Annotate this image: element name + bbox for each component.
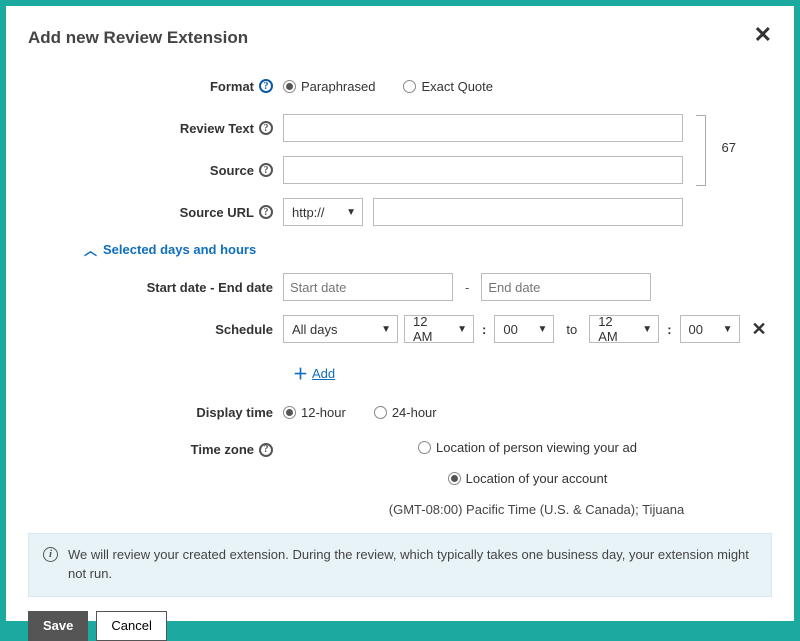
chevron-down-icon: ▼	[457, 324, 467, 335]
radio-icon	[403, 80, 416, 93]
source-url-input[interactable]	[373, 198, 683, 226]
plus-icon: ＋	[293, 363, 308, 384]
schedule-to: to	[566, 322, 577, 337]
review-text-label: Review Text	[180, 121, 254, 136]
display-time-label: Display time	[196, 405, 273, 420]
source-input[interactable]	[283, 156, 683, 184]
chevron-down-icon: ▼	[537, 324, 547, 335]
time-colon: :	[482, 322, 486, 337]
protocol-select[interactable]: http:// ▼	[283, 198, 363, 226]
radio-icon	[448, 472, 461, 485]
timezone-account-radio[interactable]: Location of your account	[448, 471, 608, 486]
source-label: Source	[210, 163, 254, 178]
time-zone-label: Time zone	[191, 442, 254, 457]
display-time-12hour-radio[interactable]: 12-hour	[283, 405, 346, 420]
time-colon: :	[667, 322, 671, 337]
chevron-down-icon: ▼	[346, 207, 356, 218]
format-exact-quote-radio[interactable]: Exact Quote	[403, 79, 493, 94]
schedule-end-min-select[interactable]: 00 ▼	[680, 315, 740, 343]
help-icon[interactable]: ?	[259, 205, 273, 219]
chevron-down-icon: ▼	[642, 324, 652, 335]
radio-icon	[283, 406, 296, 419]
radio-icon	[418, 441, 431, 454]
timezone-account-detail: (GMT-08:00) Pacific Time (U.S. & Canada)…	[389, 502, 685, 517]
char-count: 67	[722, 140, 736, 155]
chevron-down-icon: ▼	[381, 324, 391, 335]
start-date-input[interactable]	[283, 273, 453, 301]
save-button[interactable]: Save	[28, 611, 88, 641]
schedule-end-hour-select[interactable]: 12 AM ▼	[589, 315, 659, 343]
review-info-text: We will review your created extension. D…	[68, 546, 757, 584]
schedule-remove-icon[interactable]: ✕	[752, 319, 767, 340]
help-icon[interactable]: ?	[259, 121, 273, 135]
end-date-input[interactable]	[481, 273, 651, 301]
help-icon[interactable]: ?	[259, 443, 273, 457]
close-icon[interactable]: ✕	[754, 24, 772, 46]
schedule-add-link[interactable]: ＋ Add	[293, 363, 335, 384]
chevron-up-icon: ︿	[84, 240, 97, 259]
schedule-start-min-select[interactable]: 00 ▼	[494, 315, 554, 343]
dialog-title: Add new Review Extension	[28, 28, 772, 48]
display-time-24hour-radio[interactable]: 24-hour	[374, 405, 437, 420]
info-icon: i	[43, 547, 58, 562]
char-count-bracket	[696, 115, 706, 186]
review-info-box: i We will review your created extension.…	[28, 533, 772, 597]
start-end-date-label: Start date - End date	[147, 280, 273, 295]
schedule-days-select[interactable]: All days ▼	[283, 315, 398, 343]
review-text-input[interactable]	[283, 114, 683, 142]
review-extension-dialog: ✕ Add new Review Extension Format ? Para…	[6, 6, 794, 621]
schedule-start-hour-select[interactable]: 12 AM ▼	[404, 315, 474, 343]
help-icon[interactable]: ?	[259, 163, 273, 177]
help-icon[interactable]: ?	[259, 79, 273, 93]
cancel-button[interactable]: Cancel	[96, 611, 166, 641]
source-url-label: Source URL	[180, 205, 254, 220]
chevron-down-icon: ▼	[723, 324, 733, 335]
timezone-viewer-radio[interactable]: Location of person viewing your ad	[418, 440, 637, 455]
format-label: Format	[210, 79, 254, 94]
format-paraphrased-radio[interactable]: Paraphrased	[283, 79, 375, 94]
date-separator: -	[465, 280, 469, 295]
radio-icon	[374, 406, 387, 419]
selected-days-hours-toggle[interactable]: ︿ Selected days and hours	[84, 240, 772, 259]
schedule-label: Schedule	[215, 322, 273, 337]
radio-icon	[283, 80, 296, 93]
